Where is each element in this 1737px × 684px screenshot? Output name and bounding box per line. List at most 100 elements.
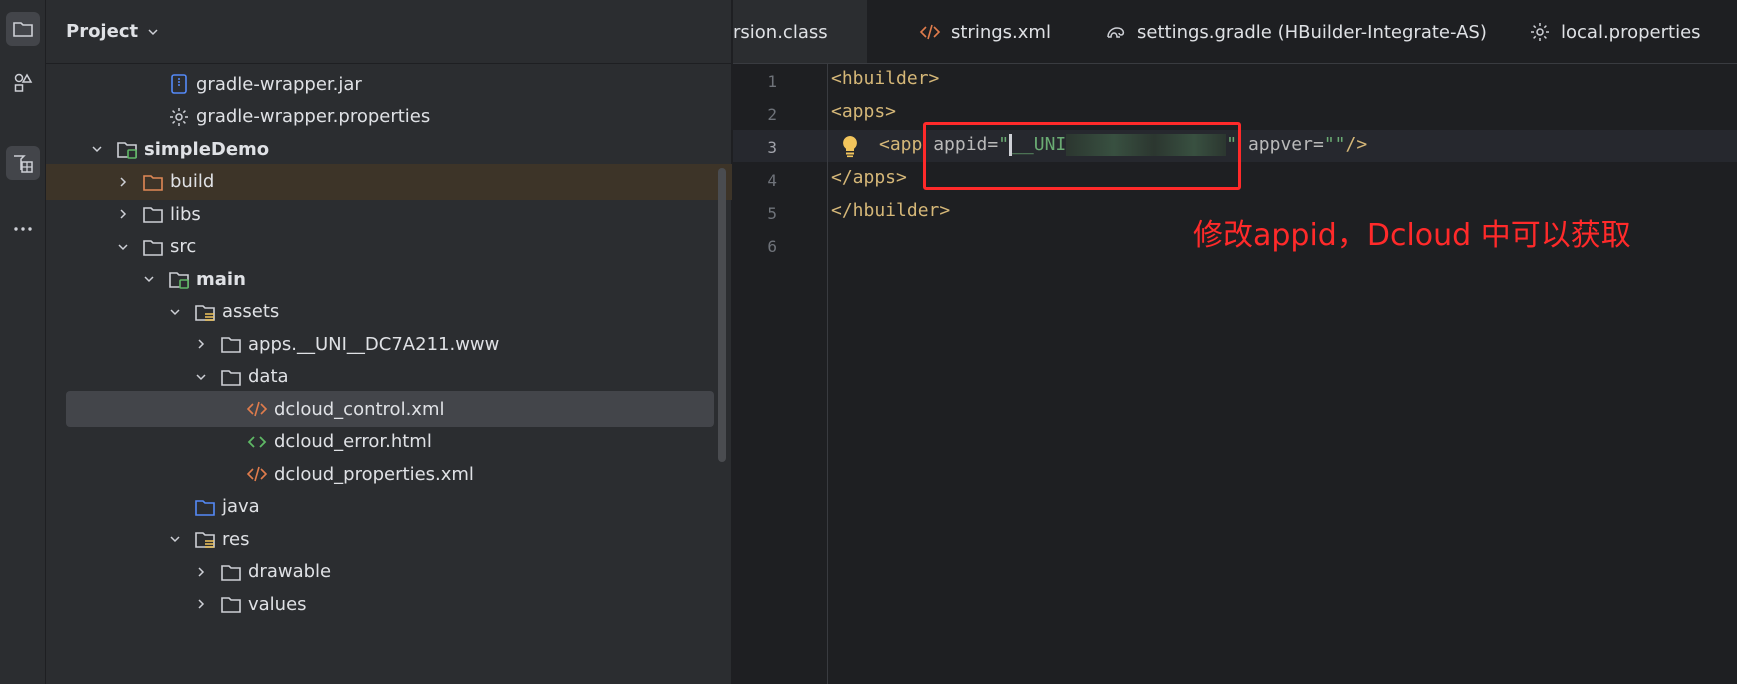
tab-local-properties[interactable]: local.properties bbox=[1495, 0, 1737, 63]
build-icon bbox=[14, 155, 33, 173]
tree-item[interactable]: data bbox=[46, 359, 732, 395]
build-variants-button[interactable] bbox=[6, 146, 40, 180]
chevron-down-icon[interactable] bbox=[90, 142, 104, 156]
tree-item[interactable]: libs bbox=[46, 196, 732, 232]
code-line-5: </hbuilder> bbox=[831, 200, 951, 221]
tree-item[interactable]: apps.__UNI__DC7A211.www bbox=[46, 326, 732, 362]
tree-item[interactable]: values bbox=[46, 586, 732, 622]
tree-item[interactable]: src bbox=[46, 229, 732, 265]
editor-tabs: rsion.class strings.xml settings.gradle … bbox=[733, 0, 1737, 64]
gear-icon bbox=[1531, 23, 1549, 41]
tree-item-label: res bbox=[222, 528, 250, 550]
code-line-4: </apps> bbox=[831, 167, 907, 188]
tree-item[interactable]: main bbox=[46, 261, 732, 297]
chevron-down-icon[interactable] bbox=[168, 532, 182, 546]
line-number: 2 bbox=[767, 105, 777, 124]
tree-item[interactable]: dcloud_properties.xml bbox=[46, 456, 732, 492]
module-folder-icon bbox=[117, 142, 137, 159]
folder-orange-icon bbox=[143, 174, 163, 191]
tree-item-label: apps.__UNI__DC7A211.www bbox=[248, 333, 500, 355]
folder-icon bbox=[143, 207, 163, 223]
code-editor[interactable]: 1 2 3 4 5 6 <hbuilder> <apps> <app appid… bbox=[733, 64, 1737, 684]
gutter-separator bbox=[827, 64, 828, 684]
tree-item[interactable]: assets bbox=[46, 294, 732, 330]
chevron-down-icon[interactable] bbox=[142, 272, 156, 286]
folder-icon bbox=[221, 597, 241, 613]
source-folder-icon bbox=[195, 499, 215, 516]
chevron-right-icon[interactable] bbox=[194, 597, 208, 611]
tree-item-label: java bbox=[222, 496, 260, 517]
activity-bar bbox=[0, 0, 46, 684]
folder-icon bbox=[221, 369, 241, 386]
project-header[interactable]: Project bbox=[46, 0, 732, 64]
chevron-right-icon[interactable] bbox=[116, 207, 130, 221]
tree-scrollbar[interactable] bbox=[718, 168, 726, 462]
xml-attribute: appver bbox=[1247, 134, 1313, 155]
chevron-right-icon[interactable] bbox=[194, 337, 208, 351]
shapes-icon bbox=[14, 73, 33, 92]
code-line-1: <hbuilder> bbox=[831, 68, 940, 89]
tree-item[interactable]: java bbox=[46, 489, 732, 525]
tree-item-label: src bbox=[170, 236, 197, 257]
line-number: 1 bbox=[767, 72, 777, 91]
tree-item-label: drawable bbox=[248, 561, 332, 582]
appver-value: "" bbox=[1323, 134, 1346, 155]
annotation-text: 修改appid，Dcloud 中可以获取 bbox=[1193, 218, 1631, 253]
gear-icon bbox=[170, 107, 188, 126]
html-icon bbox=[247, 435, 267, 448]
project-tool-button[interactable] bbox=[6, 12, 40, 46]
tree-item-label: data bbox=[248, 366, 289, 387]
structure-tool-button[interactable] bbox=[6, 66, 40, 100]
folder-icon bbox=[143, 239, 163, 256]
folder-icon bbox=[13, 22, 33, 37]
xml-icon bbox=[919, 24, 941, 40]
code-line-2: <apps> bbox=[831, 101, 897, 122]
tab-version-class[interactable]: rsion.class bbox=[733, 0, 867, 63]
tree-item-label: gradle-wrapper.properties bbox=[196, 106, 431, 127]
resource-folder-icon bbox=[195, 304, 215, 321]
tree-item-label: main bbox=[196, 268, 246, 290]
xml-icon bbox=[246, 466, 268, 482]
line-number: 5 bbox=[767, 204, 777, 223]
xml-tag: <app bbox=[879, 134, 923, 155]
chevron-down-icon[interactable] bbox=[116, 240, 130, 254]
tree-item-label: dcloud_control.xml bbox=[274, 398, 445, 420]
tree-item-label: assets bbox=[222, 301, 280, 322]
module-folder-icon bbox=[169, 272, 189, 289]
line-number: 4 bbox=[767, 171, 777, 190]
chevron-right-icon[interactable] bbox=[194, 565, 208, 579]
tree-item-label: gradle-wrapper.jar bbox=[196, 73, 362, 95]
tree-item[interactable]: simpleDemo bbox=[46, 131, 732, 167]
tab-settings-gradle[interactable]: settings.gradle (HBuilder-Integrate-AS) bbox=[1075, 0, 1495, 63]
tree-item-label: dcloud_properties.xml bbox=[274, 463, 474, 485]
tree-item-label: libs bbox=[170, 203, 201, 225]
folder-icon bbox=[221, 564, 241, 581]
tree-item[interactable]: build bbox=[46, 163, 732, 200]
chevron-right-icon[interactable] bbox=[116, 175, 130, 189]
equals-sign: = bbox=[1312, 134, 1324, 155]
more-tools-button[interactable] bbox=[6, 212, 40, 246]
gradle-icon bbox=[1107, 27, 1125, 38]
chevron-down-icon bbox=[148, 28, 158, 35]
tab-label: local.properties bbox=[1561, 21, 1701, 43]
project-panel: Project gradle-wrapper.jar gradle-wrapper… bbox=[46, 0, 732, 684]
tree-item-label: values bbox=[248, 593, 307, 615]
tree-item[interactable]: dcloud_control.xml bbox=[66, 391, 714, 427]
lightbulb-icon[interactable] bbox=[839, 134, 861, 158]
tree-item[interactable]: gradle-wrapper.properties bbox=[46, 99, 732, 135]
more-icon bbox=[14, 227, 32, 231]
tree-item[interactable]: dcloud_error.html bbox=[46, 424, 732, 460]
chevron-down-icon[interactable] bbox=[194, 370, 208, 384]
tab-label: settings.gradle (HBuilder-Integrate-AS) bbox=[1137, 21, 1487, 43]
folder-icon bbox=[221, 337, 241, 353]
tab-label: strings.xml bbox=[951, 21, 1051, 43]
annotation-box bbox=[923, 122, 1241, 190]
tree-item[interactable]: drawable bbox=[46, 554, 732, 590]
project-title: Project bbox=[66, 21, 139, 42]
tab-strings-xml[interactable]: strings.xml bbox=[885, 0, 1075, 63]
chevron-down-icon[interactable] bbox=[168, 305, 182, 319]
tree-item-label: dcloud_error.html bbox=[274, 431, 432, 452]
tree-item[interactable]: res bbox=[46, 521, 732, 557]
tree-item[interactable]: gradle-wrapper.jar bbox=[46, 66, 732, 102]
line-number-current: 3 bbox=[767, 138, 777, 157]
